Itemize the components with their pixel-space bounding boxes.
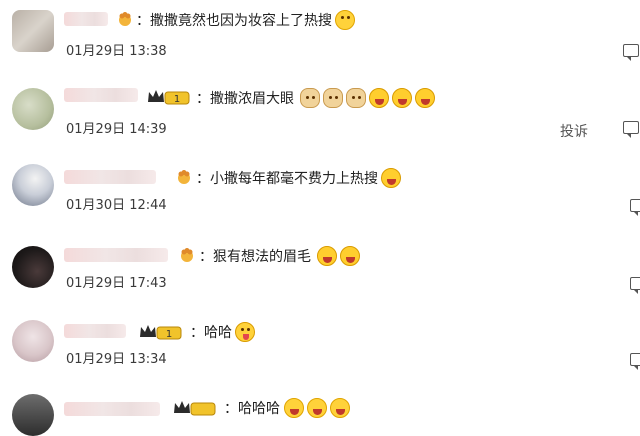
comment-item: 1 ： 撒撒浓眉大眼 01月29日 14:39 (0, 76, 640, 152)
username-blurred[interactable] (64, 88, 138, 102)
smile-emoji-icon (335, 10, 355, 30)
comment-time: 01月29日 13:38 (66, 44, 167, 59)
laugh-emoji-icon (340, 246, 360, 266)
avatar[interactable] (12, 394, 54, 436)
username-blurred[interactable] (64, 12, 108, 26)
comment-item: ： 撒撒竟然也因为妆容上了热搜 01月29日 13:38 (0, 0, 640, 76)
username-blurred[interactable] (64, 402, 160, 416)
comment-body: 小撒每年都毫不费力上热搜 (210, 171, 378, 187)
comment-text: ： 撒撒竟然也因为妆容上了热搜 (136, 10, 358, 30)
comment-item: ： 哈哈哈 (0, 380, 640, 436)
comment-time: 01月29日 13:34 (66, 352, 167, 367)
comment-item: ： 小撒每年都毫不费力上热搜 01月30日 12:44 (0, 152, 640, 228)
vip-level: 1 (174, 94, 180, 105)
report-link[interactable]: 投诉 (560, 121, 588, 141)
username-blurred[interactable] (64, 248, 168, 262)
reply-icon[interactable] (630, 199, 640, 216)
username-blurred[interactable] (64, 324, 126, 338)
comment-time: 01月29日 14:39 (66, 122, 167, 137)
comment-text: ： 哈哈哈 (224, 398, 353, 418)
comment-separator: ： (136, 13, 150, 29)
tongue-emoji-icon (235, 322, 255, 342)
star-badge (117, 11, 133, 27)
vip-crown-badge (172, 398, 218, 418)
avatar[interactable] (12, 246, 54, 288)
reply-icon[interactable] (623, 44, 639, 61)
crown-badge-icon: 1 (140, 325, 182, 340)
crown-badge-icon (174, 401, 216, 416)
star-icon (178, 170, 190, 184)
reply-icon[interactable] (623, 121, 639, 138)
avatar[interactable] (12, 320, 54, 362)
comment-separator: ： (199, 249, 213, 265)
laugh-emoji-icon (317, 246, 337, 266)
comment-body: 撒撒竟然也因为妆容上了热搜 (150, 13, 332, 29)
avatar[interactable] (12, 164, 54, 206)
star-badge (179, 247, 195, 263)
laugh-emoji-icon (381, 168, 401, 188)
reply-icon[interactable] (630, 353, 640, 370)
comment-item: ： 狠有想法的眉毛 01月29日 17:43 (0, 228, 640, 304)
grin-emoji-icon (284, 398, 304, 418)
comment-body: 哈哈 (204, 325, 232, 341)
comment-time: 01月29日 17:43 (66, 276, 167, 291)
doge-emoji-icon (346, 88, 366, 108)
comment-separator: ： (196, 91, 210, 107)
comment-text: ： 狠有想法的眉毛 (199, 246, 363, 266)
reply-icon[interactable] (630, 277, 640, 294)
laugh-emoji-icon (392, 88, 412, 108)
comment-separator: ： (224, 401, 238, 417)
vip-level: 1 (166, 329, 172, 340)
comment-text: ： 撒撒浓眉大眼 (196, 88, 438, 108)
star-icon (119, 12, 131, 26)
avatar[interactable] (12, 88, 54, 130)
comment-body: 撒撒浓眉大眼 (210, 91, 294, 107)
avatar[interactable] (12, 10, 54, 52)
comment-separator: ： (190, 325, 204, 341)
vip-crown-badge: 1 (146, 87, 192, 107)
comment-text: ： 小撒每年都毫不费力上热搜 (196, 168, 404, 188)
vip-crown-badge: 1 (138, 322, 184, 342)
comment-body: 哈哈哈 (238, 401, 280, 417)
grin-emoji-icon (330, 398, 350, 418)
laugh-emoji-icon (415, 88, 435, 108)
comment-item: 1 ： 哈哈 01月29日 13:34 (0, 304, 640, 380)
comment-time: 01月30日 12:44 (66, 198, 167, 213)
comment-text: ： 哈哈 (190, 322, 258, 342)
doge-emoji-icon (300, 88, 320, 108)
grin-emoji-icon (307, 398, 327, 418)
comment-separator: ： (196, 171, 210, 187)
username-blurred[interactable] (64, 170, 156, 184)
comment-body: 狠有想法的眉毛 (213, 249, 311, 265)
star-icon (181, 248, 193, 262)
star-badge (176, 169, 192, 185)
doge-emoji-icon (323, 88, 343, 108)
crown-badge-icon: 1 (148, 90, 190, 105)
laugh-emoji-icon (369, 88, 389, 108)
